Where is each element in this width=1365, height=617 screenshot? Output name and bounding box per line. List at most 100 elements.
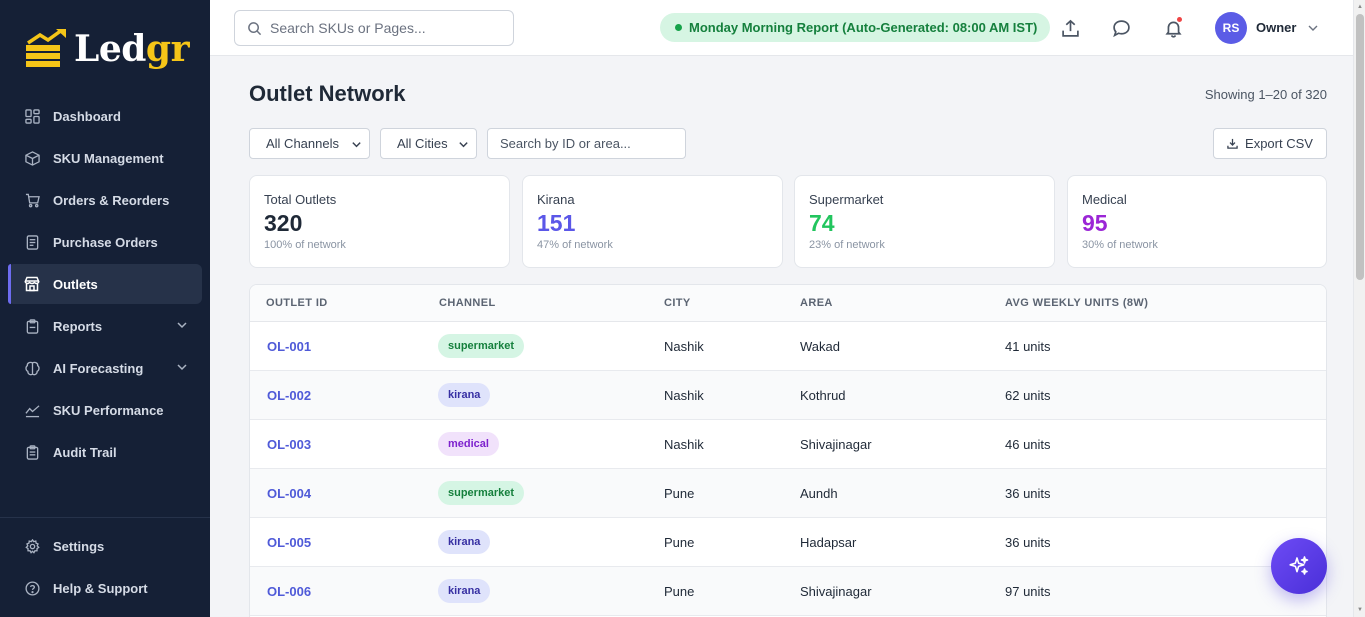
sidebar-item-outlets[interactable]: Outlets [8, 264, 202, 304]
sidebar-item-sku-performance[interactable]: SKU Performance [8, 390, 202, 430]
table-row[interactable]: OL-001 supermarket Nashik Wakad 41 units [250, 322, 1326, 371]
sidebar-item-settings[interactable]: Settings [8, 526, 202, 566]
column-header-city[interactable]: CITY [664, 297, 691, 309]
column-header-area[interactable]: AREA [800, 297, 833, 309]
table-row[interactable]: OL-003 medical Nashik Shivajinagar 46 un… [250, 420, 1326, 469]
channel-badge: supermarket [438, 334, 525, 358]
notification-dot [1177, 17, 1182, 22]
sidebar: Ledgr Dashboard SKU Management Orders & … [0, 0, 210, 617]
outlet-id-link[interactable]: OL-003 [267, 437, 311, 452]
column-header-channel[interactable]: CHANNEL [439, 297, 496, 309]
help-icon [24, 580, 40, 596]
column-header-avg-weekly-units[interactable]: AVG WEEKLY UNITS (8W) [1005, 297, 1148, 309]
chevron-down-icon [459, 142, 468, 148]
stat-label: Total Outlets [264, 192, 337, 207]
table-header: OUTLET ID CHANNEL CITY AREA AVG WEEKLY U… [250, 285, 1326, 322]
chart-icon [24, 402, 40, 418]
ledgr-logo[interactable]: Ledgr [26, 26, 190, 72]
table-row[interactable]: OL-005 kirana Pune Hadapsar 36 units [250, 518, 1326, 567]
stat-subtext: 23% of network [809, 239, 885, 251]
stat-label: Kirana [537, 192, 575, 207]
status-dot [675, 24, 682, 31]
stat-subtext: 47% of network [537, 239, 613, 251]
channel-badge: kirana [438, 579, 491, 603]
logo-bars-icon [26, 29, 66, 67]
chevron-down-icon [177, 364, 187, 371]
chevron-down-icon[interactable] [1307, 22, 1319, 34]
sidebar-item-label: Settings [53, 538, 105, 554]
sidebar-item-label: Help & Support [53, 580, 148, 596]
sidebar-item-label: Outlets [53, 276, 98, 292]
units-cell: 36 units [1005, 535, 1051, 550]
stat-card-supermarket: Supermarket 74 23% of network [794, 175, 1055, 268]
page-title: Outlet Network [249, 81, 406, 106]
sidebar-item-dashboard[interactable]: Dashboard [8, 96, 202, 136]
pagination-summary: Showing 1–20 of 320 [1204, 87, 1327, 102]
sidebar-item-sku-management[interactable]: SKU Management [8, 138, 202, 178]
scroll-up-arrow-icon[interactable]: ▲ [1356, 3, 1364, 11]
city-filter-select[interactable]: All Cities [380, 128, 477, 159]
report-status-badge[interactable]: Monday Morning Report (Auto-Generated: 0… [660, 13, 1051, 42]
stat-subtext: 100% of network [264, 239, 346, 251]
table-row[interactable]: OL-004 supermarket Pune Aundh 36 units [250, 469, 1326, 518]
sidebar-item-label: AI Forecasting [53, 360, 144, 376]
sidebar-item-purchase-orders[interactable]: Purchase Orders [8, 222, 202, 262]
export-csv-label: Export CSV [1245, 136, 1313, 151]
page-scrollbar[interactable]: ▲ ▼ [1353, 0, 1365, 617]
outlet-id-link[interactable]: OL-002 [267, 388, 311, 403]
global-search[interactable] [234, 10, 514, 46]
sidebar-bottom-nav: Settings Help & Support [8, 526, 202, 610]
avatar[interactable]: RS [1215, 12, 1247, 44]
city-cell: Nashik [664, 339, 704, 354]
upload-button[interactable] [1058, 16, 1082, 40]
sidebar-item-help-support[interactable]: Help & Support [8, 568, 202, 608]
user-role[interactable]: Owner [1256, 20, 1296, 35]
outlet-id-link[interactable]: OL-005 [267, 535, 311, 550]
messages-button[interactable] [1109, 16, 1133, 40]
sidebar-nav: Dashboard SKU Management Orders & Reorde… [8, 96, 202, 474]
clipboard-list-icon [24, 444, 40, 460]
channel-filter-select[interactable]: All Channels [249, 128, 370, 159]
sidebar-item-reports[interactable]: Reports [8, 306, 202, 346]
search-input[interactable] [270, 20, 500, 36]
clipboard-icon [24, 318, 40, 334]
topbar: Monday Morning Report (Auto-Generated: 0… [210, 0, 1353, 56]
area-cell: Wakad [800, 339, 840, 354]
report-status-text: Monday Morning Report (Auto-Generated: 0… [689, 20, 1038, 35]
ai-assistant-button[interactable] [1271, 538, 1327, 594]
area-cell: Shivajinagar [800, 437, 872, 452]
store-icon [24, 276, 40, 292]
units-cell: 41 units [1005, 339, 1051, 354]
avatar-initials: RS [1222, 21, 1240, 35]
channel-filter-value: All Channels [266, 136, 339, 151]
sidebar-item-ai-forecasting[interactable]: AI Forecasting [8, 348, 202, 388]
sidebar-item-orders[interactable]: Orders & Reorders [8, 180, 202, 220]
chevron-down-icon [352, 142, 361, 148]
area-cell: Hadapsar [800, 535, 857, 550]
notifications-button[interactable] [1161, 16, 1185, 40]
outlet-search-input[interactable] [487, 128, 686, 159]
cart-icon [24, 192, 40, 208]
outlet-id-link[interactable]: OL-006 [267, 584, 311, 599]
stat-card-medical: Medical 95 30% of network [1067, 175, 1327, 268]
stat-card-kirana: Kirana 151 47% of network [522, 175, 783, 268]
table-row[interactable]: OL-006 kirana Pune Shivajinagar 97 units [250, 567, 1326, 616]
sidebar-item-audit-trail[interactable]: Audit Trail [8, 432, 202, 472]
chat-icon [1112, 19, 1130, 37]
sidebar-item-label: SKU Management [53, 150, 164, 166]
channel-badge: supermarket [438, 481, 525, 505]
city-cell: Pune [664, 486, 695, 501]
outlets-table: OUTLET ID CHANNEL CITY AREA AVG WEEKLY U… [249, 284, 1327, 617]
scroll-thumb[interactable] [1356, 14, 1364, 280]
stat-card-total-outlets: Total Outlets 320 100% of network [249, 175, 510, 268]
units-cell: 97 units [1005, 584, 1051, 599]
outlet-id-link[interactable]: OL-004 [267, 486, 311, 501]
brain-icon [24, 360, 40, 376]
sidebar-item-label: Dashboard [53, 108, 121, 124]
outlet-id-link[interactable]: OL-001 [267, 339, 311, 354]
box-icon [24, 150, 40, 166]
column-header-outlet-id[interactable]: OUTLET ID [266, 297, 328, 309]
scroll-down-arrow-icon[interactable]: ▼ [1356, 606, 1364, 614]
export-csv-button[interactable]: Export CSV [1213, 128, 1327, 159]
table-row[interactable]: OL-002 kirana Nashik Kothrud 62 units [250, 371, 1326, 420]
